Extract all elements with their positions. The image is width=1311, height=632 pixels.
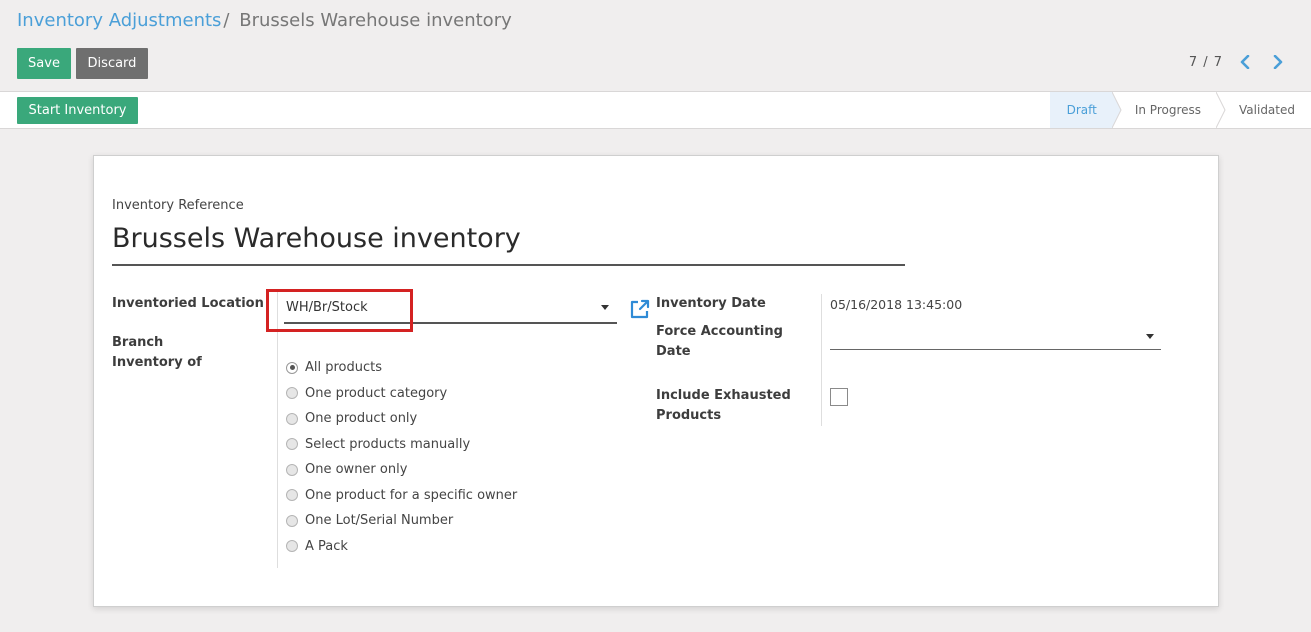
status-steps: Draft In Progress Validated [1049,92,1311,128]
radio-option-owner-only[interactable]: One owner only [286,457,517,483]
inventoried-location-label: Inventoried Location [112,296,264,311]
pager-value: 7 / 7 [1188,55,1223,70]
breadcrumb: Inventory Adjustments / Brussels Warehous… [17,10,512,31]
inventory-of-label: Inventory of [112,355,202,370]
radio-option-product-for-owner[interactable]: One product for a specific owner [286,483,517,509]
inventory-of-radio-group: All products One product category One pr… [286,355,517,559]
radio-button[interactable] [286,463,298,476]
status-step-validated[interactable]: Validated [1217,92,1311,128]
include-exhausted-checkbox[interactable] [830,388,848,406]
caret-down-icon [1146,334,1154,339]
inventory-date-label: Inventory Date [656,296,766,311]
form-sheet: Inventory Reference Brussels Warehouse i… [93,155,1219,607]
radio-option-select-manually[interactable]: Select products manually [286,432,517,458]
radio-button[interactable] [286,387,298,400]
inventory-reference-label: Inventory Reference [112,198,244,213]
step-arrow-icon [1216,92,1226,128]
chevron-left-icon [1240,55,1250,69]
inventory-reference-input[interactable]: Brussels Warehouse inventory [112,218,905,266]
external-link-button[interactable] [629,298,651,324]
radio-option-label: One product for a specific owner [305,487,518,503]
pager-next-button[interactable] [1268,51,1288,73]
highlight-box [266,289,413,332]
force-accounting-date-select[interactable] [830,324,1161,350]
radio-option-product-only[interactable]: One product only [286,406,517,432]
status-step-label: Validated [1239,103,1295,117]
radio-option-all-products[interactable]: All products [286,355,517,381]
force-accounting-date-label-line2: Date [656,344,691,359]
radio-option-label: One owner only [305,462,408,478]
radio-option-product-category[interactable]: One product category [286,381,517,407]
pager-previous-button[interactable] [1235,51,1255,73]
discard-button[interactable]: Discard [76,48,148,79]
radio-button[interactable] [286,361,298,374]
chevron-right-icon [1273,55,1283,69]
statusbar: Start Inventory Draft In Progress Valida… [0,91,1311,129]
status-step-draft[interactable]: Draft [1049,92,1122,128]
radio-option-pack[interactable]: A Pack [286,534,517,560]
breadcrumb-separator: / [223,10,230,31]
breadcrumb-parent-link[interactable]: Inventory Adjustments [17,10,221,31]
radio-option-label: One Lot/Serial Number [305,513,454,529]
radio-button[interactable] [286,438,298,451]
caret-down-icon [601,305,609,310]
radio-button[interactable] [286,489,298,502]
breadcrumb-current: Brussels Warehouse inventory [239,10,512,31]
status-step-label: Draft [1066,103,1097,117]
branch-label: Branch [112,335,164,350]
step-arrow-icon [1111,92,1122,128]
radio-option-label: One product only [305,411,418,427]
status-step-in-progress[interactable]: In Progress [1112,92,1226,128]
external-link-icon [630,299,650,319]
include-exhausted-label-line1: Include Exhausted [656,388,791,403]
radio-button[interactable] [286,412,298,425]
radio-option-label: One product category [305,385,448,401]
include-exhausted-label-line2: Products [656,408,722,423]
start-inventory-button[interactable]: Start Inventory [17,97,138,124]
status-step-label: In Progress [1134,103,1202,117]
radio-option-label: A Pack [305,538,348,554]
radio-option-lot-serial[interactable]: One Lot/Serial Number [286,508,517,534]
control-panel: Inventory Adjustments / Brussels Warehous… [0,0,1311,92]
force-accounting-date-label-line1: Force Accounting [656,324,783,339]
radio-button[interactable] [286,540,298,553]
radio-button[interactable] [286,514,298,527]
inventory-date-value[interactable]: 05/16/2018 13:45:00 [830,297,962,312]
radio-option-label: Select products manually [305,436,471,452]
save-button[interactable]: Save [17,48,71,79]
label-divider-right [821,294,822,426]
radio-option-label: All products [305,360,383,376]
